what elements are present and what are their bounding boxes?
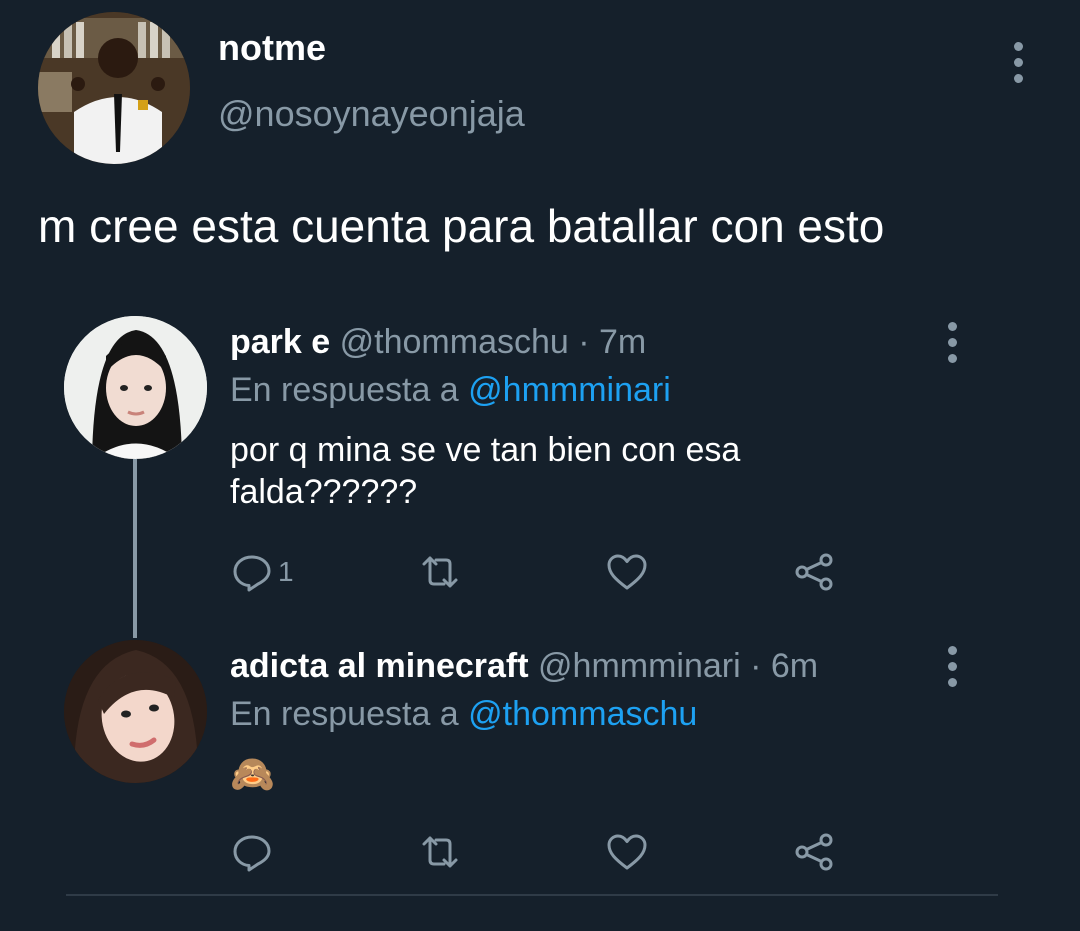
comment-icon (233, 555, 271, 592)
timestamp[interactable]: · 6m (750, 647, 818, 685)
retweet-button[interactable] (418, 830, 462, 874)
heart-icon (607, 834, 647, 870)
avatar-adicta-al-minecraft[interactable] (64, 640, 207, 783)
like-button[interactable] (605, 830, 649, 874)
reply-context: En respuesta a @thommaschu (230, 694, 697, 734)
timestamp[interactable]: · 7m (578, 323, 646, 361)
avatar-photo-icon (38, 12, 190, 164)
display-name[interactable]: notme (218, 28, 326, 68)
retweet-button[interactable] (418, 550, 462, 594)
avatar-notme[interactable] (38, 12, 190, 164)
user-handle[interactable]: @nosoynayeonjaja (218, 94, 525, 134)
mention-link[interactable]: @hmmminari (468, 371, 671, 409)
mention-link[interactable]: @thommaschu (468, 695, 697, 733)
reply-prefix: En respuesta a (230, 371, 459, 409)
more-options-icon[interactable] (945, 646, 959, 687)
reply-prefix: En respuesta a (230, 695, 459, 733)
reply-text-line: por q mina se ve tan bien con esa (230, 431, 741, 469)
user-handle[interactable]: @thommaschu (340, 323, 569, 361)
display-name[interactable]: park e (230, 323, 330, 361)
thread-line (133, 458, 137, 638)
share-icon (795, 833, 833, 871)
avatar-photo-icon (64, 640, 207, 783)
reply-button[interactable]: 1 (230, 550, 294, 594)
reply-button[interactable] (230, 830, 278, 874)
more-options-icon[interactable] (1011, 42, 1025, 83)
heart-icon (607, 554, 647, 590)
reply-count: 1 (278, 556, 294, 587)
share-button[interactable] (792, 550, 836, 594)
more-options-icon[interactable] (945, 322, 959, 363)
divider (66, 894, 998, 896)
display-name[interactable]: adicta al minecraft (230, 647, 529, 685)
reply-header: adicta al minecraft @hmmminari · 6m (230, 646, 818, 686)
share-button[interactable] (792, 830, 836, 874)
reply-text-line: falda?????? (230, 473, 418, 511)
reply-text: 🙈 (230, 753, 275, 794)
share-icon (795, 553, 833, 591)
avatar-photo-icon (64, 316, 207, 459)
reply-text: por q mina se ve tan bien con esa falda?… (230, 429, 740, 513)
user-handle[interactable]: @hmmminari (538, 647, 741, 685)
like-button[interactable] (605, 550, 649, 594)
retweet-icon (422, 836, 458, 868)
reply-context: En respuesta a @hmmminari (230, 370, 671, 410)
retweet-icon (422, 556, 458, 588)
comment-icon (233, 835, 271, 872)
tweet-text: m cree esta cuenta para batallar con est… (38, 200, 885, 252)
reply-header: park e @thommaschu · 7m (230, 322, 646, 362)
avatar-park-e[interactable] (64, 316, 207, 459)
